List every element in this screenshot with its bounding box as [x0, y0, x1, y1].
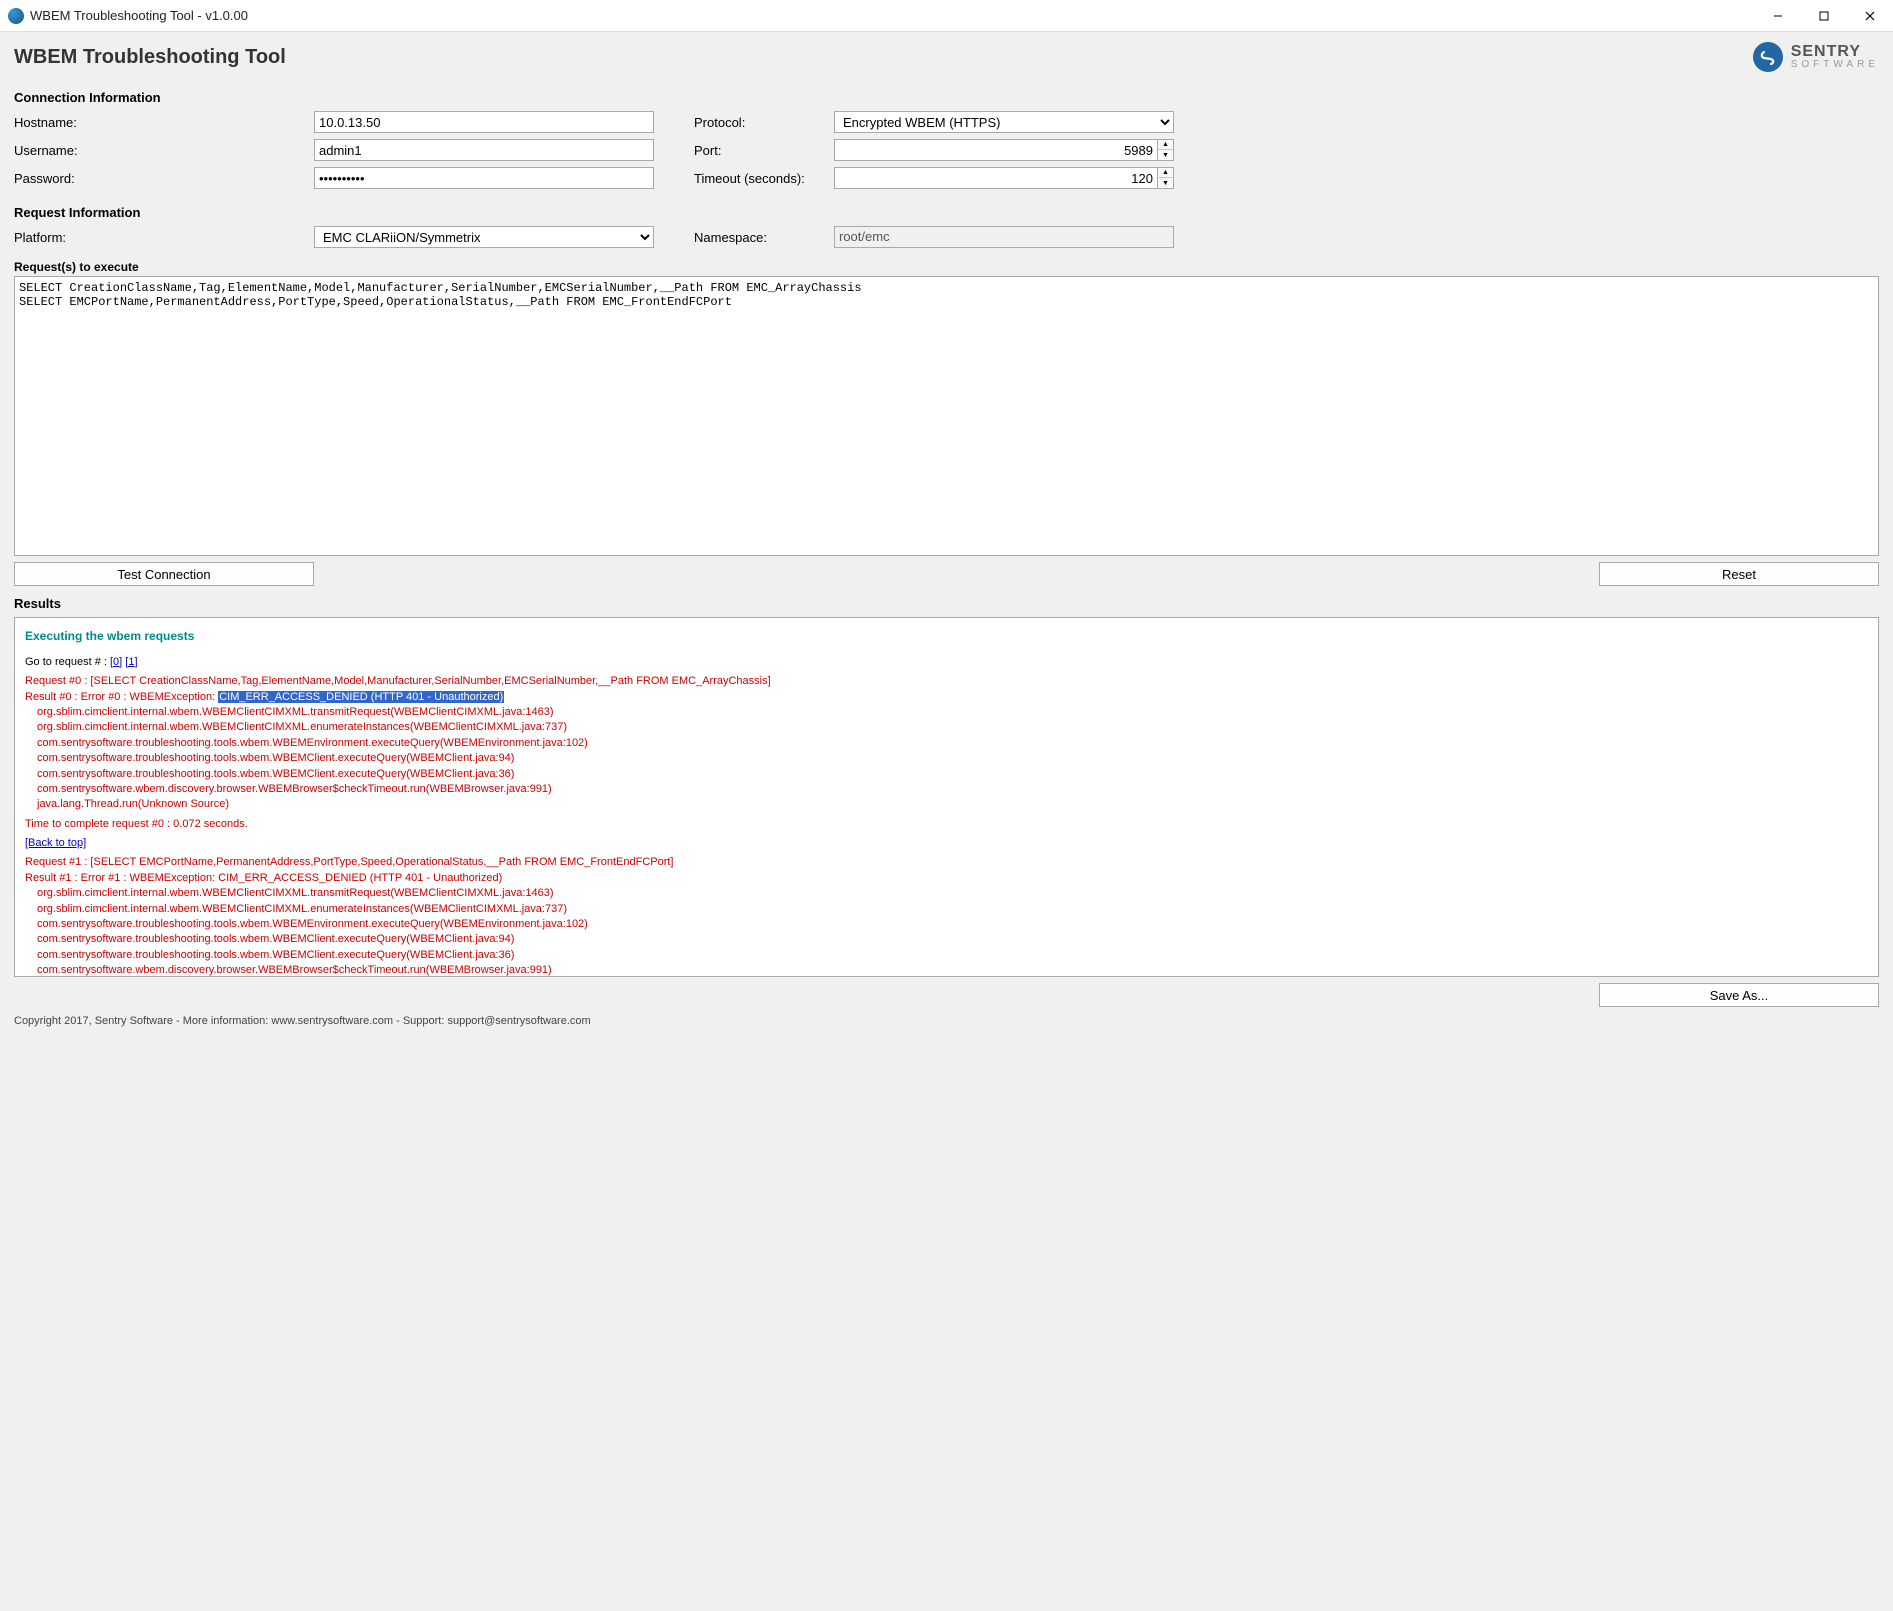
- page-title: WBEM Troubleshooting Tool: [14, 46, 286, 69]
- port-input[interactable]: [834, 139, 1158, 161]
- footer-text: Copyright 2017, Sentry Software - More i…: [14, 1011, 1879, 1031]
- port-spinner[interactable]: ▲▼: [834, 139, 1174, 161]
- port-label: Port:: [654, 143, 834, 158]
- goto-link-1[interactable]: [1]: [125, 656, 137, 668]
- stack1: org.sblim.cimclient.internal.wbem.WBEMCl…: [25, 886, 1868, 977]
- stack-line: com.sentrysoftware.troubleshooting.tools…: [37, 736, 1868, 751]
- back-to-top-0[interactable]: [Back to top]: [25, 837, 86, 849]
- stack-line: com.sentrysoftware.troubleshooting.tools…: [37, 932, 1868, 947]
- stack-line: org.sblim.cimclient.internal.wbem.WBEMCl…: [37, 886, 1868, 901]
- namespace-label: Namespace:: [654, 230, 834, 245]
- stack-line: com.sentrysoftware.wbem.discovery.browse…: [37, 963, 1868, 977]
- protocol-label: Protocol:: [654, 115, 834, 130]
- goto-link-0[interactable]: [0]: [110, 656, 122, 668]
- result0-line: Result #0 : Error #0 : WBEMException: CI…: [25, 690, 1868, 705]
- result1-line: Result #1 : Error #1 : WBEMException: CI…: [25, 871, 1868, 886]
- timeout-down-icon[interactable]: ▼: [1158, 178, 1173, 188]
- window-controls: [1755, 0, 1893, 32]
- request1-block: Request #1 : [SELECT EMCPortName,Permane…: [25, 855, 1868, 977]
- password-input[interactable]: [314, 167, 654, 189]
- username-input[interactable]: [314, 139, 654, 161]
- request0-block: Request #0 : [SELECT CreationClassName,T…: [25, 674, 1868, 813]
- timeout-up-icon[interactable]: ▲: [1158, 168, 1173, 178]
- request1-line: Request #1 : [SELECT EMCPortName,Permane…: [25, 855, 1868, 870]
- logo-text-line2: SOFTWARE: [1791, 60, 1879, 70]
- platform-select[interactable]: EMC CLARiiON/Symmetrix: [314, 226, 654, 248]
- test-connection-button[interactable]: Test Connection: [14, 562, 314, 586]
- logo-icon: [1753, 42, 1783, 72]
- stack-line: com.sentrysoftware.wbem.discovery.browse…: [37, 782, 1868, 797]
- timeout-input[interactable]: [834, 167, 1158, 189]
- logo-text-line1: SENTRY: [1791, 44, 1879, 60]
- titlebar: WBEM Troubleshooting Tool - v1.0.00: [0, 0, 1893, 32]
- brand-logo: SENTRY SOFTWARE: [1753, 42, 1879, 72]
- stack-line: com.sentrysoftware.troubleshooting.tools…: [37, 751, 1868, 766]
- hostname-label: Hostname:: [14, 115, 314, 130]
- hostname-input[interactable]: [314, 111, 654, 133]
- stack-line: org.sblim.cimclient.internal.wbem.WBEMCl…: [37, 705, 1868, 720]
- window-title: WBEM Troubleshooting Tool - v1.0.00: [30, 8, 248, 23]
- minimize-button[interactable]: [1755, 0, 1801, 32]
- reset-button[interactable]: Reset: [1599, 562, 1879, 586]
- stack0: org.sblim.cimclient.internal.wbem.WBEMCl…: [25, 705, 1868, 813]
- request-section-title: Request Information: [14, 205, 1879, 220]
- stack-line: org.sblim.cimclient.internal.wbem.WBEMCl…: [37, 902, 1868, 917]
- stack-line: org.sblim.cimclient.internal.wbem.WBEMCl…: [37, 720, 1868, 735]
- results-exec-header: Executing the wbem requests: [25, 628, 1868, 645]
- close-button[interactable]: [1847, 0, 1893, 32]
- port-up-icon[interactable]: ▲: [1158, 140, 1173, 150]
- password-label: Password:: [14, 171, 314, 186]
- request0-line: Request #0 : [SELECT CreationClassName,T…: [25, 674, 1868, 689]
- save-as-button[interactable]: Save As...: [1599, 983, 1879, 1007]
- port-down-icon[interactable]: ▼: [1158, 150, 1173, 160]
- result0-prefix: Result #0 : Error #0 : WBEMException:: [25, 691, 218, 703]
- maximize-button[interactable]: [1801, 0, 1847, 32]
- timeout-label: Timeout (seconds):: [654, 171, 834, 186]
- goto-prefix: Go to request # :: [25, 656, 110, 668]
- stack-line: com.sentrysoftware.troubleshooting.tools…: [37, 948, 1868, 963]
- stack-line: com.sentrysoftware.troubleshooting.tools…: [37, 767, 1868, 782]
- results-output[interactable]: Executing the wbem requests Go to reques…: [14, 617, 1879, 977]
- requests-label: Request(s) to execute: [14, 260, 1879, 274]
- platform-label: Platform:: [14, 230, 314, 245]
- namespace-readonly: root/emc: [834, 226, 1174, 248]
- protocol-select[interactable]: Encrypted WBEM (HTTPS): [834, 111, 1174, 133]
- time0: Time to complete request #0 : 0.072 seco…: [25, 817, 1868, 832]
- connection-section-title: Connection Information: [14, 90, 1879, 105]
- result0-selected-text: CIM_ERR_ACCESS_DENIED (HTTP 401 - Unauth…: [218, 691, 504, 703]
- requests-textarea[interactable]: SELECT CreationClassName,Tag,ElementName…: [14, 276, 1879, 556]
- results-goto: Go to request # : [0] [1]: [25, 655, 1868, 670]
- stack-line: com.sentrysoftware.troubleshooting.tools…: [37, 917, 1868, 932]
- timeout-spinner[interactable]: ▲▼: [834, 167, 1174, 189]
- app-icon: [8, 8, 24, 24]
- results-section-title: Results: [14, 596, 1879, 611]
- username-label: Username:: [14, 143, 314, 158]
- stack-line: java.lang.Thread.run(Unknown Source): [37, 797, 1868, 812]
